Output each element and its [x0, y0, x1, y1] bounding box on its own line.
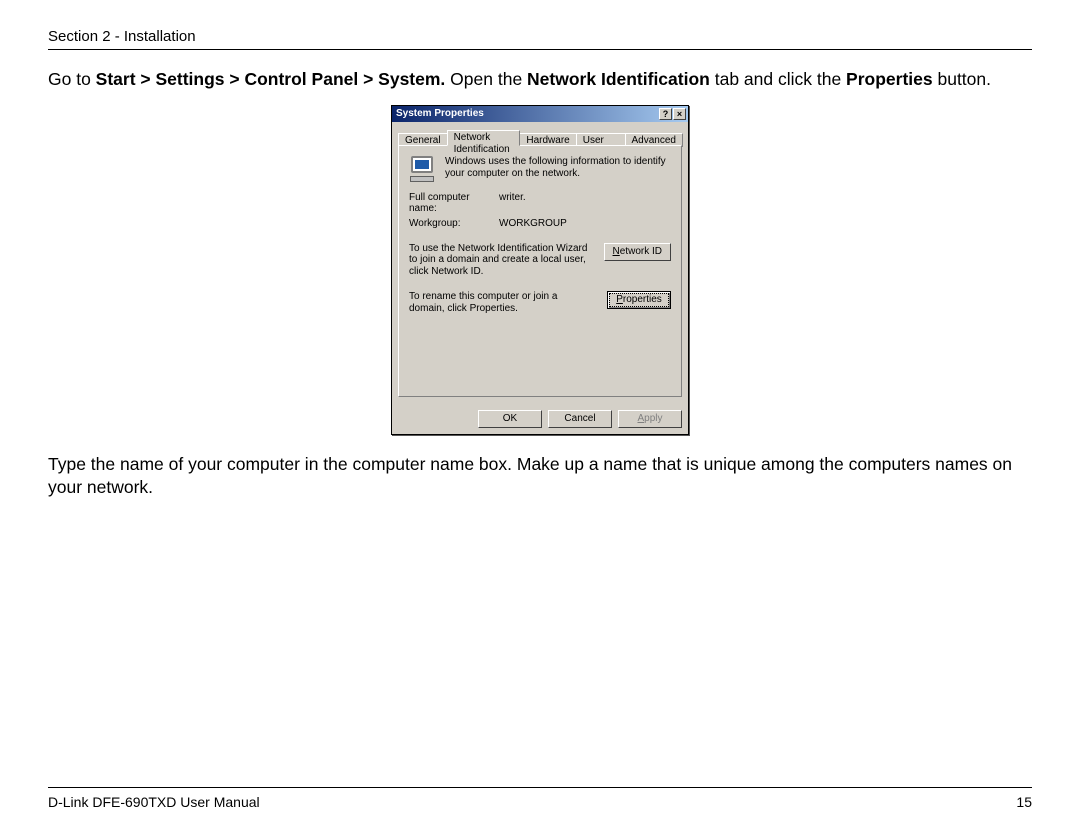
section-header: Section 2 - Installation — [48, 28, 1032, 45]
intro-bold-tab: Network Identification — [527, 69, 710, 89]
intro-mid: Open the — [450, 69, 527, 89]
network-id-button[interactable]: Network ID — [604, 243, 671, 261]
fullname-value: writer. — [499, 192, 526, 214]
page-footer: D-Link DFE-690TXD User Manual 15 — [48, 787, 1032, 810]
dialog-bottom-buttons: OK Cancel Apply — [392, 404, 688, 434]
networkid-rest: etwork ID — [620, 246, 662, 257]
fullname-label: Full computer name: — [409, 192, 499, 214]
intro-post: button. — [937, 69, 991, 89]
intro-mid2: tab and click the — [715, 69, 846, 89]
dialog-titlebar[interactable]: System Properties ? × — [392, 106, 688, 122]
properties-rest: roperties — [623, 294, 662, 305]
ok-button[interactable]: OK — [478, 410, 542, 428]
computer-icon — [409, 156, 437, 182]
intro-pre: Go to — [48, 69, 96, 89]
cancel-button[interactable]: Cancel — [548, 410, 612, 428]
header-rule — [48, 49, 1032, 50]
system-properties-dialog: System Properties ? × General Network Id… — [391, 105, 689, 435]
properties-button[interactable]: Properties — [607, 291, 671, 309]
workgroup-label: Workgroup: — [409, 218, 499, 229]
footer-rule — [48, 787, 1032, 788]
info-text: Windows uses the following information t… — [445, 156, 671, 182]
intro-bold-path: Start > Settings > Control Panel > Syste… — [96, 69, 446, 89]
intro-bold-properties: Properties — [846, 69, 933, 89]
wizard-text: To use the Network Identification Wizard… — [409, 243, 592, 278]
tabs-row: General Network Identification Hardware … — [398, 128, 682, 146]
footer-manual: D-Link DFE-690TXD User Manual — [48, 794, 260, 810]
networkid-u: N — [613, 246, 620, 257]
apply-rest: pply — [644, 413, 662, 424]
apply-button[interactable]: Apply — [618, 410, 682, 428]
paragraph-2: Type the name of your computer in the co… — [48, 453, 1032, 499]
intro-paragraph: Go to Start > Settings > Control Panel >… — [48, 68, 1032, 91]
properties-u: P — [616, 294, 623, 305]
workgroup-value: WORKGROUP — [499, 218, 567, 229]
dialog-title: System Properties — [396, 108, 658, 119]
tab-network-identification[interactable]: Network Identification — [447, 130, 521, 146]
rename-text: To rename this computer or join a domain… — [409, 291, 595, 314]
footer-page-number: 15 — [1016, 794, 1032, 810]
close-icon[interactable]: × — [673, 108, 686, 120]
help-icon[interactable]: ? — [659, 108, 672, 120]
tab-panel: Windows uses the following information t… — [398, 145, 682, 397]
